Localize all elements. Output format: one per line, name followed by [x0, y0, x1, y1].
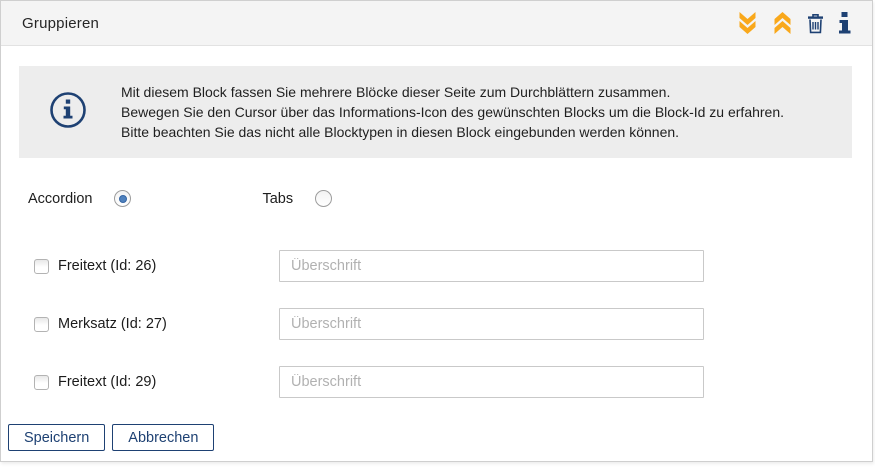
layout-mode-row: Accordion Tabs: [28, 190, 872, 207]
block-label: Merksatz (Id: 27): [58, 316, 167, 332]
info-circle-icon: [49, 91, 87, 134]
block-label: Freitext (Id: 26): [58, 258, 156, 274]
block-checkbox[interactable]: [34, 375, 49, 390]
radio-label-accordion: Accordion: [28, 191, 92, 207]
info-line-3: Bitte beachten Sie das nicht alle Blockt…: [121, 122, 784, 142]
radio-option-tabs[interactable]: Tabs: [262, 190, 332, 207]
trash-icon[interactable]: [807, 13, 824, 34]
radio-label-tabs: Tabs: [262, 191, 293, 207]
info-line-1: Mit diesem Block fassen Sie mehrere Blöc…: [121, 82, 784, 102]
block-row: Merksatz (Id: 27): [34, 308, 872, 340]
footer-buttons: Speichern Abbrechen: [8, 424, 214, 451]
block-checkbox[interactable]: [34, 259, 49, 274]
block-checkbox[interactable]: [34, 317, 49, 332]
radio-button-accordion[interactable]: [114, 190, 131, 207]
heading-input[interactable]: [279, 366, 704, 398]
block-row: Freitext (Id: 29): [34, 366, 872, 398]
info-text: Mit diesem Block fassen Sie mehrere Blöc…: [121, 82, 784, 142]
info-line-2: Bewegen Sie den Cursor über das Informat…: [121, 102, 784, 122]
heading-input[interactable]: [279, 308, 704, 340]
save-button[interactable]: Speichern: [8, 424, 105, 451]
header-icon-bar: [737, 12, 851, 34]
radio-option-accordion[interactable]: Accordion: [28, 190, 131, 207]
cancel-button[interactable]: Abbrechen: [112, 424, 214, 451]
info-box: Mit diesem Block fassen Sie mehrere Blöc…: [19, 66, 852, 158]
double-chevron-up-icon[interactable]: [772, 12, 793, 34]
heading-input[interactable]: [279, 250, 704, 282]
dialog-title: Gruppieren: [22, 15, 99, 32]
block-label: Freitext (Id: 29): [58, 374, 156, 390]
block-row: Freitext (Id: 26): [34, 250, 872, 282]
info-icon[interactable]: [838, 12, 851, 34]
double-chevron-down-icon[interactable]: [737, 12, 758, 34]
gruppieren-dialog: Gruppieren: [0, 0, 873, 462]
dialog-header: Gruppieren: [1, 1, 872, 46]
radio-button-tabs[interactable]: [315, 190, 332, 207]
